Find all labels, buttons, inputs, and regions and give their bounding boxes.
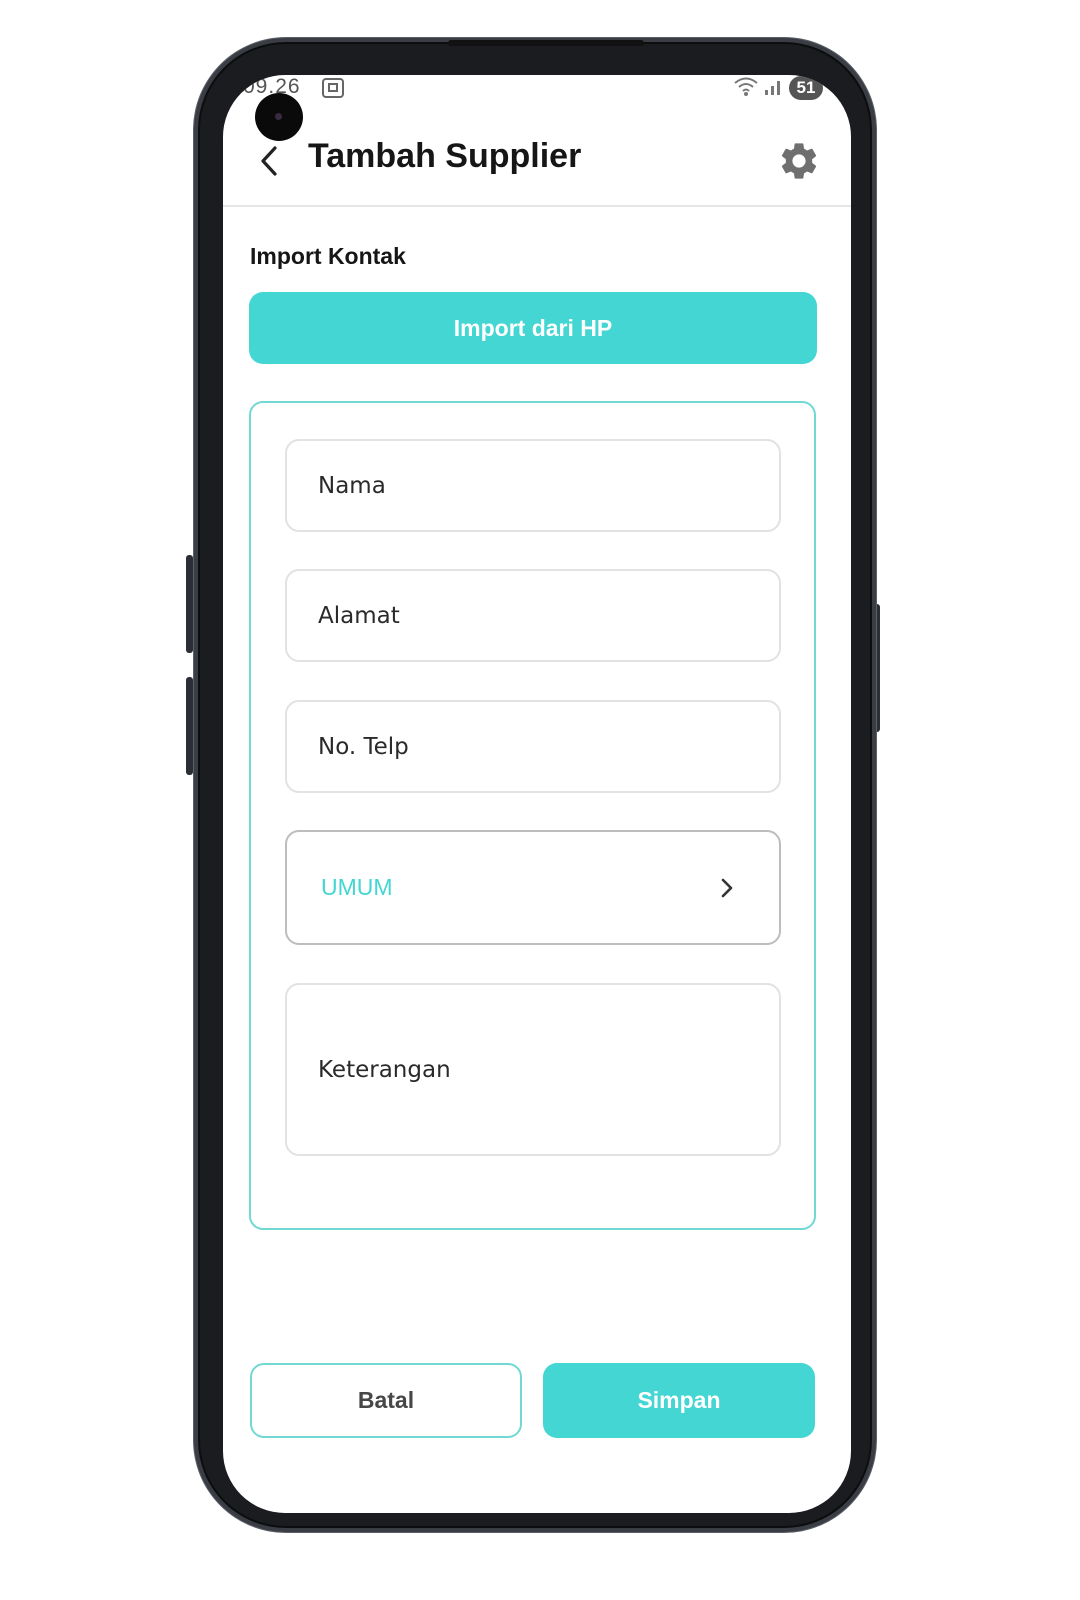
telp-field[interactable] <box>285 700 781 793</box>
battery-indicator: 51 <box>789 76 823 100</box>
settings-button[interactable] <box>777 139 821 183</box>
alamat-input[interactable] <box>318 602 779 629</box>
cancel-button[interactable]: Batal <box>250 1363 522 1438</box>
gear-icon <box>781 143 817 179</box>
app-header: Tambah Supplier <box>223 123 851 207</box>
nama-input[interactable] <box>318 472 779 499</box>
screenshot-icon <box>321 77 345 103</box>
status-icons: 51 <box>733 75 823 101</box>
nama-field[interactable] <box>285 439 781 532</box>
keterangan-field[interactable] <box>285 983 781 1156</box>
kategori-value: UMUM <box>321 874 393 900</box>
phone-screen: 09.26 51 Tambah Supplier Import Kontak I… <box>223 75 851 1513</box>
chevron-right-icon <box>721 878 733 897</box>
back-button[interactable] <box>247 139 291 183</box>
import-section-label: Import Kontak <box>250 243 406 269</box>
import-from-phone-button[interactable]: Import dari HP <box>249 292 817 364</box>
volume-down-button <box>186 677 193 775</box>
alamat-field[interactable] <box>285 569 781 662</box>
volume-up-button <box>186 555 193 653</box>
save-button[interactable]: Simpan <box>543 1363 815 1438</box>
signal-icon <box>763 75 785 101</box>
phone-speaker <box>448 40 644 46</box>
telp-input[interactable] <box>318 733 779 760</box>
page-title: Tambah Supplier <box>308 137 582 175</box>
kategori-selector[interactable]: UMUM <box>285 830 781 945</box>
chevron-left-icon <box>261 146 277 176</box>
keterangan-input[interactable] <box>318 1054 779 1085</box>
status-bar: 09.26 51 <box>223 75 851 141</box>
wifi-icon <box>733 75 759 101</box>
